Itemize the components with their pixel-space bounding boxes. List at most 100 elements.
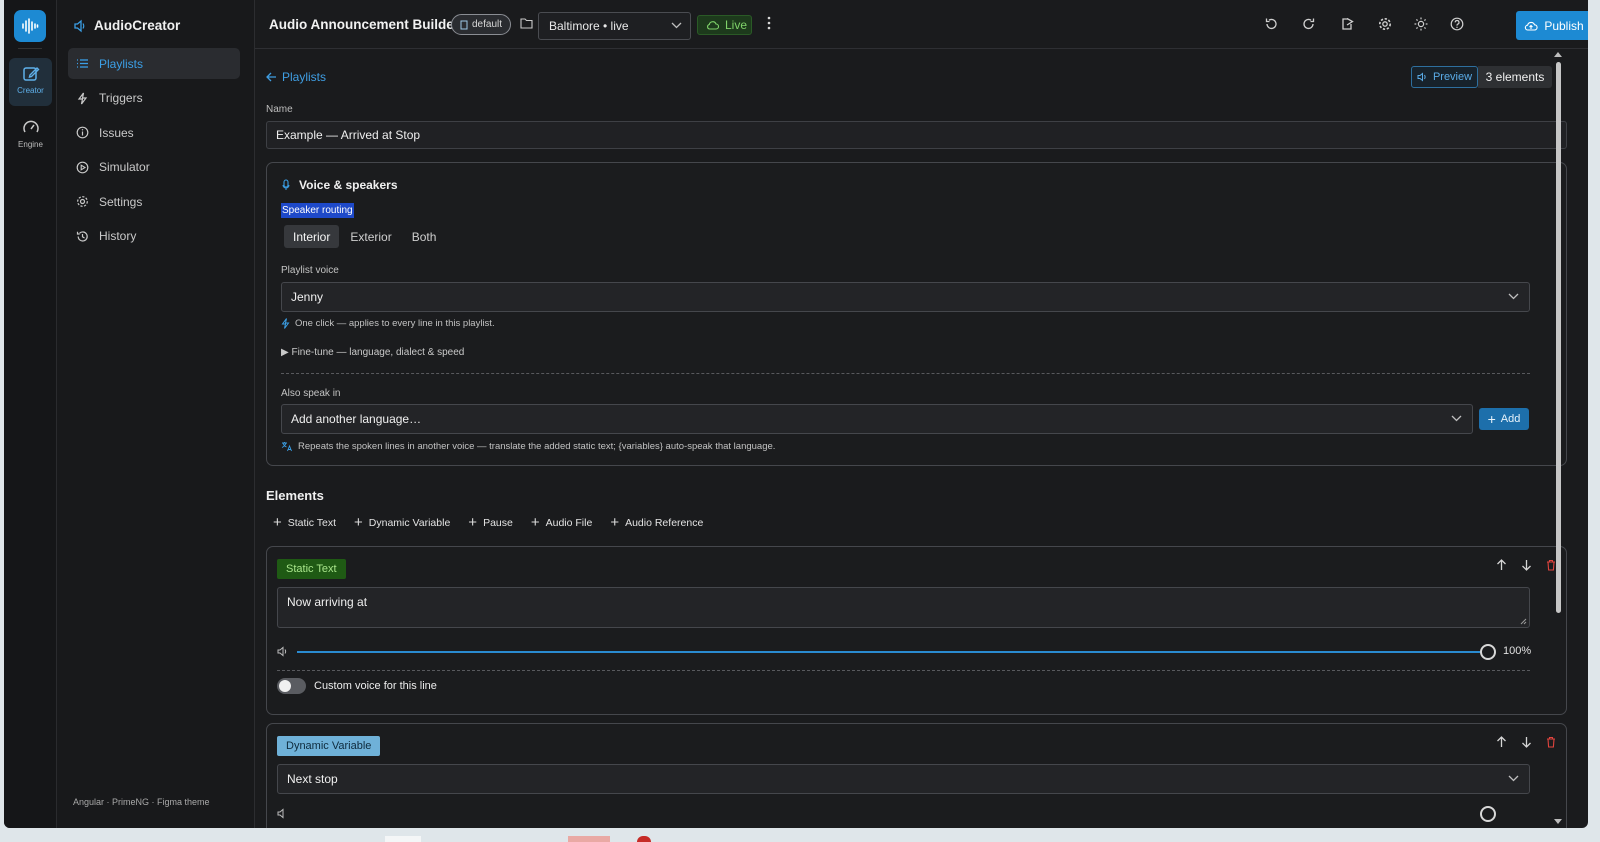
add-element-label: Dynamic Variable: [368, 517, 451, 529]
volume-slider-handle[interactable]: [1480, 806, 1496, 822]
also-speak-label: Also speak in: [281, 388, 341, 399]
info-circle-icon: [76, 126, 89, 139]
custom-voice-toggle[interactable]: [277, 678, 306, 694]
sidebar-item-triggers[interactable]: Triggers: [68, 83, 240, 114]
arrow-down-icon[interactable]: [1521, 559, 1532, 571]
taskbar-item[interactable]: [568, 836, 610, 842]
sidebar-item-playlists[interactable]: Playlists: [68, 48, 240, 79]
live-status-badge: Live: [697, 15, 752, 35]
trash-icon[interactable]: [1546, 736, 1556, 748]
element-card-dynamic-variable: Dynamic Variable Next stop: [266, 723, 1567, 828]
add-audio-file-button[interactable]: + Audio File: [531, 515, 593, 530]
preview-button[interactable]: Preview: [1411, 66, 1478, 88]
os-taskbar: [0, 828, 1600, 842]
add-audio-reference-button[interactable]: + Audio Reference: [610, 514, 703, 531]
volume-slider-track[interactable]: [297, 651, 1487, 653]
arrow-down-icon[interactable]: [1521, 736, 1532, 748]
one-click-hint: One click — applies to every line in thi…: [281, 318, 495, 329]
sun-icon[interactable]: [1414, 17, 1428, 31]
topbar: Audio Announcement Builder default Balti…: [255, 0, 1588, 49]
live-status-label: Live: [725, 18, 748, 32]
sidebar-item-settings[interactable]: Settings: [68, 186, 240, 217]
resize-handle-icon[interactable]: [1520, 618, 1527, 625]
microphone-icon: [282, 179, 290, 190]
add-language-select[interactable]: Add another language…: [281, 404, 1473, 434]
sidebar-item-simulator[interactable]: Simulator: [68, 152, 240, 183]
scrollbar-thumb[interactable]: [1556, 62, 1561, 613]
playlist-voice-select[interactable]: Jenny: [281, 282, 1530, 312]
app-window: Creator Engine AudioCreator Playlists Tr…: [4, 0, 1588, 828]
rail-item-engine[interactable]: Engine: [9, 112, 52, 160]
rail-item-creator[interactable]: Creator: [9, 58, 52, 106]
plus-icon: +: [354, 514, 363, 531]
gear-icon: [77, 196, 88, 207]
plus-icon: +: [1487, 411, 1496, 427]
back-link[interactable]: Playlists: [266, 70, 326, 84]
element-count-badge: 3 elements: [1478, 66, 1552, 88]
add-pause-button[interactable]: + Pause: [468, 515, 513, 530]
location-select-value: Baltimore • live: [549, 19, 629, 33]
location-select[interactable]: Baltimore • live: [538, 12, 691, 40]
publish-button-label: Publish: [1544, 18, 1584, 33]
elements-heading: Elements: [266, 488, 324, 503]
arrow-up-icon[interactable]: [1496, 559, 1507, 571]
scroll-down-arrow[interactable]: [1554, 819, 1562, 824]
pencil-square-icon: [22, 67, 39, 81]
fine-tune-toggle[interactable]: ▶ Fine-tune — language, dialect & speed: [281, 347, 464, 358]
scroll-up-arrow[interactable]: [1554, 52, 1562, 57]
taskbar-item[interactable]: [637, 836, 651, 842]
sidebar-item-label: Playlists: [99, 56, 144, 71]
sidebar-item-label: Simulator: [99, 160, 150, 174]
arrow-up-icon[interactable]: [1496, 736, 1507, 748]
add-element-label: Pause: [483, 517, 513, 529]
chevron-down-icon: [671, 22, 682, 29]
sidebar-item-history[interactable]: History: [68, 221, 240, 252]
settings-gear-icon[interactable]: [1378, 17, 1392, 31]
voice-card-title-text: Voice & speakers: [299, 178, 398, 192]
add-element-label: Audio File: [545, 517, 593, 529]
one-click-hint-text: One click — applies to every line in thi…: [295, 318, 495, 329]
speaker-routing-segmented: Interior Exterior Both: [284, 225, 445, 248]
folder-icon[interactable]: [520, 17, 533, 29]
trash-icon[interactable]: [1546, 559, 1556, 571]
export-icon[interactable]: [1340, 17, 1354, 31]
section-divider: [277, 670, 1530, 671]
add-language-button[interactable]: + Add: [1479, 408, 1529, 430]
plus-icon: +: [273, 514, 282, 531]
page-title: Audio Announcement Builder: [269, 17, 459, 32]
publish-button[interactable]: Publish: [1516, 11, 1588, 40]
sidebar-item-label: History: [99, 229, 137, 243]
history-icon: [76, 230, 88, 242]
volume-slider-handle[interactable]: [1480, 644, 1496, 660]
waveform-icon: [22, 18, 39, 34]
static-text-textarea[interactable]: Now arriving at: [277, 587, 1530, 628]
app-logo[interactable]: [14, 10, 46, 42]
speaker-routing-label: Speaker routing: [281, 203, 354, 218]
rail-item-label: Creator: [17, 86, 44, 95]
volume-icon: [277, 646, 287, 657]
sidebar-item-label: Triggers: [99, 91, 143, 105]
add-dynamic-variable-button[interactable]: + Dynamic Variable: [354, 514, 451, 531]
taskbar-item[interactable]: [385, 836, 421, 842]
element-card-static-text: Static Text Now arriving at 100% Custom …: [266, 546, 1567, 715]
add-static-text-button[interactable]: + Static Text: [273, 514, 336, 531]
more-vertical-icon[interactable]: [767, 16, 771, 30]
undo-icon[interactable]: [1264, 17, 1278, 31]
playlist-name-input[interactable]: Example — Arrived at Stop: [266, 121, 1567, 149]
cloud-icon: [707, 21, 719, 30]
custom-voice-row: Custom voice for this line: [277, 678, 437, 694]
routing-option-exterior[interactable]: Exterior: [341, 225, 400, 248]
sidebar-item-issues[interactable]: Issues: [68, 117, 240, 148]
routing-option-both[interactable]: Both: [403, 225, 446, 248]
play-circle-icon: [76, 161, 89, 173]
element-controls: [1496, 559, 1556, 571]
environment-badge[interactable]: default: [451, 14, 512, 35]
plus-icon: +: [610, 514, 620, 531]
custom-voice-label: Custom voice for this line: [314, 680, 437, 692]
routing-option-interior[interactable]: Interior: [284, 225, 340, 248]
redo-icon[interactable]: [1302, 17, 1316, 31]
help-icon[interactable]: [1450, 17, 1464, 31]
sidebar-nav: Playlists Triggers Issues Simulator Sett…: [68, 48, 240, 255]
variable-select[interactable]: Next stop: [277, 764, 1530, 794]
voice-card-title: Voice & speakers: [282, 178, 398, 192]
